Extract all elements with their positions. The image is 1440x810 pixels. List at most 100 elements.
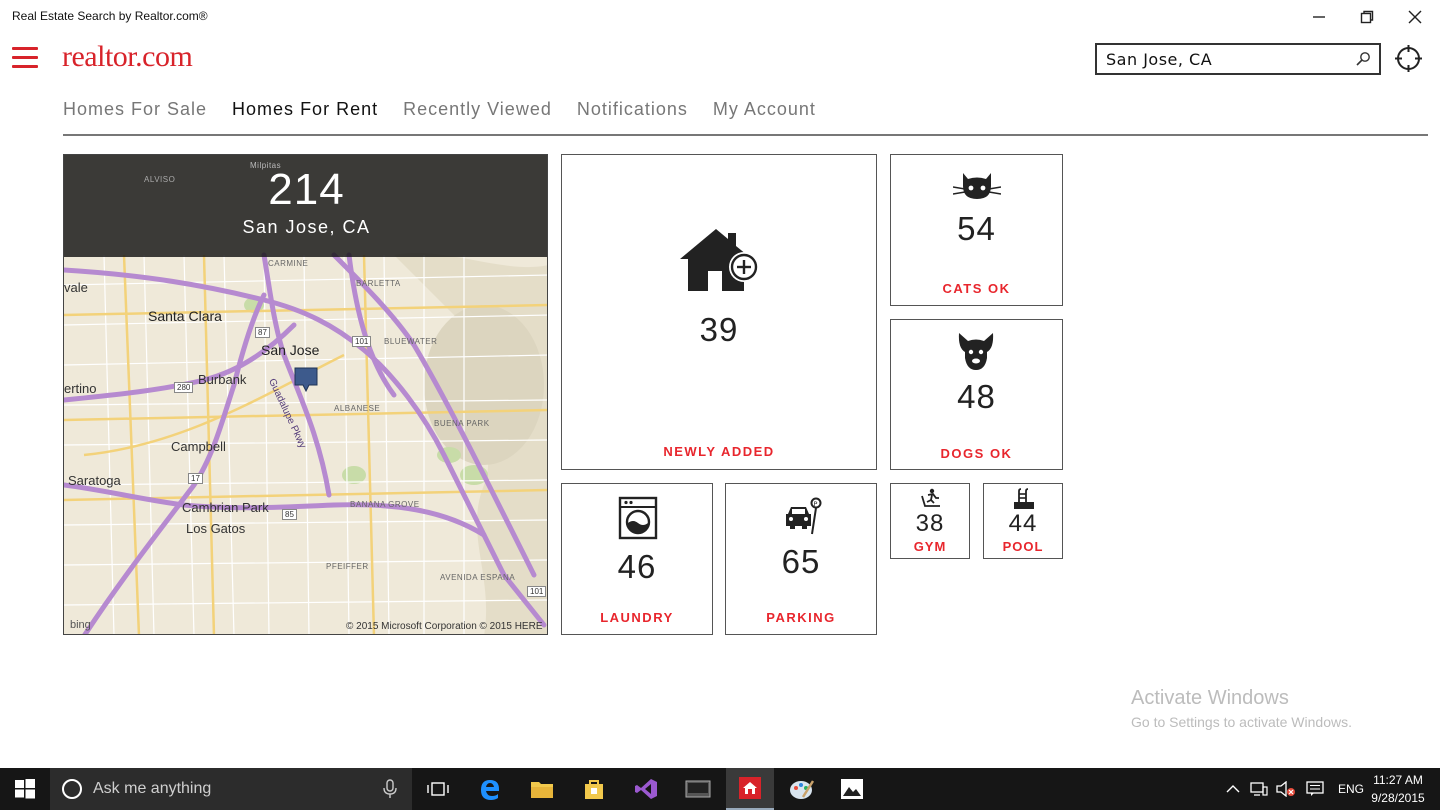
cat-icon [953,173,1001,199]
search-input[interactable] [1097,45,1337,73]
photos-icon [841,779,863,799]
store-button[interactable] [570,768,618,810]
realtor-logo[interactable]: realtor.com [62,40,193,74]
task-view-icon [427,782,449,796]
close-icon [1408,10,1422,24]
task-view-button[interactable] [414,768,462,810]
bing-logo: bing [70,619,91,631]
dogs-ok-count: 48 [957,378,996,415]
gym-label: GYM [913,539,947,554]
restore-button[interactable] [1352,6,1382,28]
washing-machine-icon [618,496,658,540]
edge-icon [481,780,499,800]
map-tile[interactable]: Santa Clara San Jose Burbank Campbell Sa… [63,154,548,635]
windows-logo-icon [15,779,35,799]
visual-studio-button[interactable] [622,768,670,810]
map-label-pfeiffer: PFEIFFER [326,562,369,571]
svg-text:P: P [814,500,818,508]
pool-tile[interactable]: 44 POOL [983,483,1063,559]
gym-count: 38 [915,510,945,537]
newly-added-count: 39 [699,311,739,348]
map-label-milpitas: Milpitas [250,161,282,170]
map-label-bluewater: BLUEWATER [384,337,438,346]
highway-101-shield-south: 101 [527,586,547,597]
dogs-ok-label: DOGS OK [940,446,1013,461]
file-explorer-icon [531,782,553,798]
visual-studio-icon [635,779,657,799]
dog-icon [958,333,994,370]
terminal-icon [685,780,711,798]
cortana-placeholder: Ask me anything [93,780,212,797]
edge-button[interactable] [466,768,514,810]
tab-notifications[interactable]: Notifications [577,99,688,123]
search-icon[interactable] [1355,51,1371,67]
taskbar: Ask me anything ENG 11:27 AM 9/28/2015 [0,768,1440,810]
title-bar: Real Estate Search by Realtor.com® [0,0,1440,34]
map-label-barletta: BARLETTA [356,279,401,288]
language-indicator[interactable]: ENG [1338,782,1364,796]
paint-button[interactable] [778,768,826,810]
minimize-button[interactable] [1304,6,1334,28]
close-button[interactable] [1400,6,1430,28]
treadmill-icon [921,488,940,507]
highway-87-shield: 87 [255,327,270,338]
tab-homes-for-sale[interactable]: Homes For Sale [63,99,207,123]
parking-tile[interactable]: P 65 PARKING [725,483,877,635]
watermark-title: Activate Windows [1131,687,1289,709]
realtor-app-button[interactable] [726,768,774,810]
map-label-vale: vale [64,280,88,295]
map-label-banana-grove: BANANA GROVE [350,500,420,509]
map-label-albanese: ALBANESE [334,404,381,413]
network-icon[interactable] [1250,781,1268,797]
restore-icon [1360,10,1374,24]
cortana-icon [62,779,82,799]
taskbar-clock[interactable]: 11:27 AM 9/28/2015 [1362,771,1434,807]
location-search[interactable] [1095,43,1381,75]
map-pin-icon[interactable] [294,367,318,393]
tab-recently-viewed[interactable]: Recently Viewed [403,99,552,123]
tab-homes-for-rent[interactable]: Homes For Rent [232,99,378,123]
realtor-app-icon [739,777,761,799]
tab-my-account[interactable]: My Account [713,99,816,123]
map-label-santa-clara: Santa Clara [148,308,222,324]
file-explorer-button[interactable] [518,768,566,810]
map-label-los-gatos: Los Gatos [186,521,246,536]
hamburger-menu-icon[interactable] [12,47,38,71]
cortana-search-box[interactable]: Ask me anything [50,768,412,810]
start-button[interactable] [0,768,50,810]
locate-me-icon[interactable] [1395,45,1422,72]
map-label-avenida-espana: AVENIDA ESPANA [440,573,516,582]
map-label-buena-park: BUENA PARK [434,419,490,428]
listing-count: 214 [268,165,345,214]
map-label-cambrian-park: Cambrian Park [182,500,269,515]
car-parking-icon: P [786,497,822,535]
chevron-up-icon[interactable] [1226,784,1240,794]
gym-tile[interactable]: 38 GYM [890,483,970,559]
map-label-campbell: Campbell [171,439,226,454]
microphone-icon[interactable] [383,779,397,799]
tab-divider [63,134,1428,136]
map-city: San Jose, CA [242,217,371,237]
laundry-count: 46 [617,548,657,585]
watermark-subtitle: Go to Settings to activate Windows. [1131,714,1352,730]
cats-ok-label: CATS OK [942,281,1011,296]
dogs-ok-tile[interactable]: 48 DOGS OK [890,319,1063,470]
photos-button[interactable] [828,768,876,810]
system-tray: ENG [1226,768,1364,810]
cats-ok-tile[interactable]: 54 CATS OK [890,154,1063,306]
action-center-icon[interactable] [1306,781,1324,797]
terminal-button[interactable] [674,768,722,810]
parking-count: 65 [781,543,821,580]
laundry-tile[interactable]: 46 LAUNDRY [561,483,713,635]
house-plus-icon [680,229,759,291]
store-icon [585,780,603,799]
minimize-icon [1313,16,1325,18]
map-label-carmine: CARMINE [268,259,309,268]
map-copyright: © 2015 Microsoft Corporation © 2015 HERE [346,621,543,632]
volume-muted-icon[interactable] [1276,781,1296,797]
parking-label: PARKING [766,610,836,625]
newly-added-label: NEWLY ADDED [663,444,775,459]
highway-280-shield: 280 [174,382,194,393]
newly-added-tile[interactable]: 39 NEWLY ADDED [561,154,877,470]
map-label-alviso: ALVISO [144,175,176,184]
